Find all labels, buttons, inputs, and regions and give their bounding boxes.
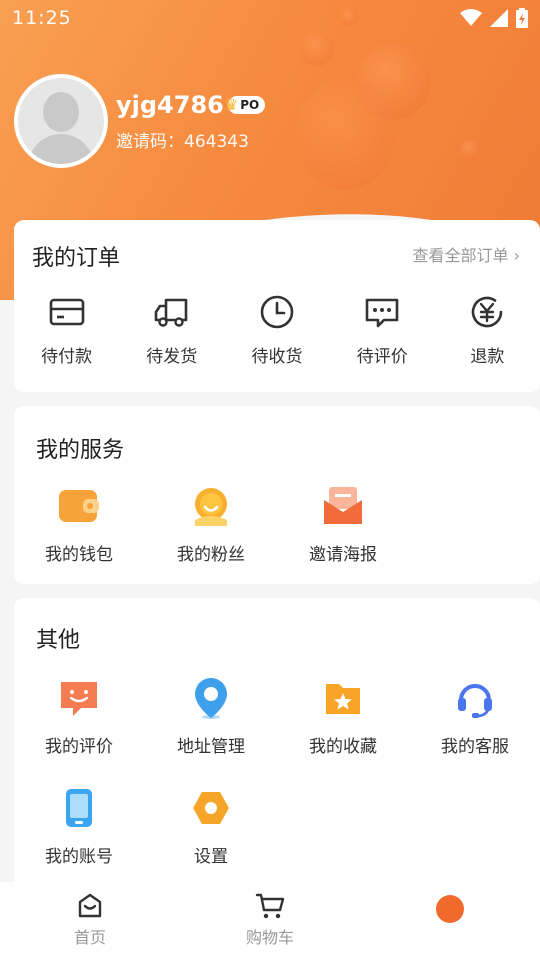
comment-icon	[365, 298, 399, 328]
order-item-refund[interactable]: 退款	[435, 292, 540, 367]
order-label: 退款	[470, 347, 505, 367]
headset-icon	[458, 684, 492, 718]
service-label: 我的钱包	[45, 545, 113, 565]
username: yjg4786	[116, 90, 224, 119]
truck-icon	[154, 298, 188, 327]
other-favorites[interactable]: 我的收藏	[278, 676, 408, 757]
phone-icon	[66, 789, 92, 827]
status-bar: 11:25	[0, 0, 540, 36]
order-label: 待评价	[356, 347, 408, 367]
status-icons	[460, 8, 528, 28]
service-wallet[interactable]: 我的钱包	[14, 484, 144, 565]
services-title: 我的服务	[36, 438, 125, 463]
member-badge: ♛ PO	[224, 95, 266, 114]
orders-card: 我的订单 查看全部订单 › 待付款 待发货 待收货 待评价 退款	[14, 220, 540, 392]
nav-label: 购物车	[245, 928, 294, 947]
service-invite-poster[interactable]: 邀请海报	[278, 484, 408, 565]
location-icon	[195, 678, 227, 719]
others-card: 其他 我的评价 地址管理 我的收藏 我的客服 我的账号 设置	[14, 598, 540, 888]
other-label: 地址管理	[177, 737, 245, 757]
nav-profile-active-indicator[interactable]	[436, 895, 464, 923]
other-label: 我的评价	[45, 737, 113, 757]
other-label: 我的账号	[45, 847, 113, 867]
nav-cart[interactable]: 购物车	[210, 892, 330, 948]
nav-home[interactable]: 首页	[30, 892, 150, 948]
service-fans[interactable]: 我的粉丝	[146, 484, 276, 565]
avatar-placeholder-icon	[18, 78, 104, 164]
signal-icon	[490, 9, 508, 27]
poster-icon	[324, 487, 362, 524]
cart-icon	[255, 893, 285, 919]
profile-info: yjg4786 ♛ PO 邀请码：464343	[116, 90, 266, 152]
fans-icon	[195, 488, 227, 526]
decor-bubble	[300, 32, 334, 66]
order-status-row: 待付款 待发货 待收货 待评价 退款	[14, 292, 540, 367]
profile-section[interactable]: yjg4786 ♛ PO 邀请码：464343	[14, 74, 266, 168]
decor-bubble	[460, 140, 480, 160]
order-item-pending-payment[interactable]: 待付款	[14, 292, 119, 367]
others-title: 其他	[36, 628, 81, 653]
other-account[interactable]: 我的账号	[14, 786, 144, 867]
star-folder-icon	[326, 684, 360, 714]
settings-icon	[193, 792, 229, 824]
view-all-orders-link[interactable]: 查看全部订单 ›	[413, 242, 521, 266]
order-item-pending-receipt[interactable]: 待收货	[224, 292, 329, 367]
other-label: 我的客服	[441, 737, 509, 757]
order-item-pending-review[interactable]: 待评价	[330, 292, 435, 367]
other-my-reviews[interactable]: 我的评价	[14, 676, 144, 757]
wallet-icon	[59, 490, 99, 522]
yen-icon	[472, 296, 503, 328]
services-card: 我的服务 我的钱包 我的粉丝 邀请海报	[14, 406, 540, 584]
bottom-navigation: 首页 购物车	[0, 882, 540, 960]
other-settings[interactable]: 设置	[146, 786, 276, 867]
other-address[interactable]: 地址管理	[146, 676, 276, 757]
service-label: 我的粉丝	[177, 545, 245, 565]
wifi-icon	[460, 9, 482, 26]
order-label: 待收货	[251, 347, 303, 367]
crown-icon: ♛	[223, 95, 239, 114]
home-icon	[78, 893, 102, 918]
order-label: 待发货	[146, 347, 198, 367]
avatar[interactable]	[14, 74, 108, 168]
invite-code: 邀请码：464343	[116, 131, 249, 152]
decor-bubble	[295, 80, 395, 190]
smile-chat-icon	[61, 682, 97, 716]
username-row: yjg4786 ♛ PO	[116, 90, 266, 119]
status-time: 11:25	[12, 7, 72, 29]
nav-label: 首页	[73, 928, 106, 947]
order-item-pending-shipment[interactable]: 待发货	[119, 292, 224, 367]
card-icon	[49, 298, 84, 326]
clock-icon	[260, 295, 294, 329]
order-label: 待付款	[41, 347, 93, 367]
badge-text: PO	[240, 97, 260, 112]
battery-icon	[516, 8, 528, 28]
other-label: 设置	[194, 847, 228, 867]
orders-title: 我的订单	[32, 246, 121, 271]
service-label: 邀请海报	[309, 545, 377, 565]
other-customer-service[interactable]: 我的客服	[410, 676, 540, 757]
other-label: 我的收藏	[309, 737, 377, 757]
